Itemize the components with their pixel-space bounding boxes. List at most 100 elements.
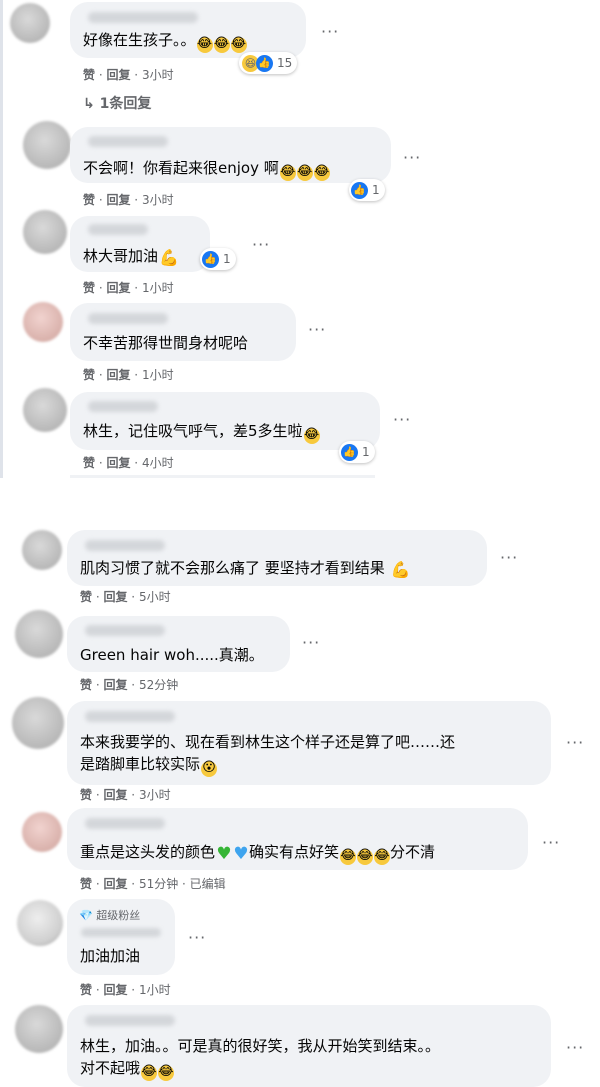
reply-button[interactable]: 回复	[106, 368, 130, 382]
timestamp: 3小时	[138, 788, 171, 802]
smiling-emoji-icon: 😮	[201, 760, 218, 777]
view-replies-link[interactable]: ↳ 1条回复	[83, 93, 151, 113]
avatar[interactable]	[23, 388, 67, 432]
reaction-count[interactable]: 👍 1	[349, 179, 385, 201]
like-button[interactable]: 赞	[80, 590, 92, 604]
laughing-emoji-icon: 😂	[296, 164, 313, 181]
comment-text: 不幸苦那得世間身材呢哈	[83, 334, 249, 352]
like-button[interactable]: 赞	[80, 788, 92, 802]
diamond-badge-icon: 💎	[79, 909, 93, 922]
more-options-icon[interactable]: ···	[500, 548, 518, 567]
avatar[interactable]	[23, 121, 71, 169]
author-name[interactable]	[85, 1015, 175, 1026]
timestamp: 1小时	[141, 281, 174, 295]
like-button[interactable]: 赞	[83, 456, 95, 470]
more-options-icon[interactable]: ···	[566, 1038, 584, 1057]
comment-bubble: 林生，记住吸气呼气，差5多生啦😂	[70, 392, 380, 450]
avatar[interactable]	[15, 1005, 63, 1053]
comment-text: 分不清	[390, 843, 436, 861]
laughing-emoji-icon: 😂	[374, 848, 391, 865]
comment-bubble: 林生，加油。。可是真的很好笑，我从开始笑到结束。。 对不起哦😂 😂	[67, 1005, 551, 1087]
avatar[interactable]	[17, 900, 63, 946]
avatar[interactable]	[23, 210, 67, 254]
like-button[interactable]: 赞	[83, 193, 95, 207]
reply-button[interactable]: 回复	[106, 68, 130, 82]
comment-bubble: 💎 超级粉丝 加油加油	[67, 899, 175, 975]
more-options-icon[interactable]: ···	[393, 410, 411, 429]
reply-button[interactable]: 回复	[103, 590, 127, 604]
like-button[interactable]: 赞	[83, 368, 95, 382]
comment-text: 加油加油	[80, 947, 141, 965]
timestamp: 3小时	[141, 193, 174, 207]
comment-text: 林生，加油。。可是真的很好笑，我从开始笑到结束。。	[80, 1037, 441, 1055]
more-options-icon[interactable]: ···	[403, 148, 421, 167]
author-name[interactable]	[88, 313, 168, 324]
laughing-emoji-icon: 😂	[141, 1064, 158, 1081]
laughing-emoji-icon: 😂	[303, 427, 320, 444]
author-name[interactable]	[85, 711, 175, 722]
comment-text: Green hair woh.....真潮。	[80, 646, 264, 664]
comment-bubble: 不会啊！你看起来很enjoy 啊😂 😂 😂	[70, 127, 391, 183]
author-name[interactable]	[88, 401, 158, 412]
like-button[interactable]: 赞	[80, 983, 92, 997]
comment-text: 确实有点好笑	[249, 843, 340, 861]
comment-text: 林生，记住吸气呼气，差5多生啦	[83, 422, 303, 440]
avatar[interactable]	[23, 302, 63, 342]
comment-bubble: 重点是这头发的颜色♥ ♥确实有点好笑😂 😂 😂分不清	[67, 808, 528, 870]
timestamp: 1小时	[138, 983, 171, 997]
avatar[interactable]	[10, 3, 50, 43]
comment-text: 是踏脚車比较实际	[80, 755, 201, 773]
more-options-icon[interactable]: ···	[252, 235, 270, 254]
like-reaction-icon: 👍	[341, 443, 358, 461]
timestamp: 3小时	[141, 68, 174, 82]
reply-button[interactable]: 回复	[106, 193, 130, 207]
comment-bubble: 肌肉习惯了就不会那么痛了 要坚持才看到结果 💪	[67, 530, 487, 586]
avatar[interactable]	[22, 812, 62, 852]
avatar[interactable]	[12, 697, 64, 749]
green-heart-icon: ♥	[216, 844, 232, 864]
author-name[interactable]	[85, 625, 165, 636]
comment-text: 好像在生孩子。。	[83, 31, 196, 49]
like-button[interactable]: 赞	[80, 877, 92, 891]
author-name[interactable]	[88, 136, 168, 147]
comment-text: 重点是这头发的颜色	[80, 843, 216, 861]
comments-panel-2: 肌肉习惯了就不会那么痛了 要坚持才看到结果 💪 ··· 赞 · 回复 · 5小时…	[0, 515, 600, 1087]
laughing-emoji-icon: 😂	[196, 36, 213, 53]
reaction-count[interactable]: 👍 1	[339, 441, 375, 463]
avatar[interactable]	[22, 530, 62, 570]
more-options-icon[interactable]: ···	[308, 320, 326, 339]
more-options-icon[interactable]: ···	[302, 633, 320, 652]
author-name[interactable]	[88, 224, 148, 235]
laughing-emoji-icon: 😂	[279, 164, 296, 181]
like-button[interactable]: 赞	[83, 281, 95, 295]
reply-button[interactable]: 回复	[106, 456, 130, 470]
comment-bubble: 不幸苦那得世間身材呢哈	[70, 303, 296, 361]
like-reaction-icon: 👍	[202, 250, 219, 268]
more-options-icon[interactable]: ···	[542, 833, 560, 852]
reply-button[interactable]: 回复	[103, 788, 127, 802]
reply-button[interactable]: 回复	[103, 678, 127, 692]
flexed-biceps-icon: 💪	[390, 560, 411, 579]
author-name[interactable]	[81, 928, 161, 937]
comment-text: 肌肉习惯了就不会那么痛了 要坚持才看到结果	[80, 559, 385, 577]
author-name[interactable]	[85, 818, 165, 829]
like-button[interactable]: 赞	[83, 68, 95, 82]
avatar[interactable]	[15, 610, 63, 658]
reply-arrow-icon: ↳	[83, 96, 95, 112]
laughing-emoji-icon: 😂	[213, 36, 230, 53]
blue-heart-icon: ♥	[233, 844, 249, 864]
reply-button[interactable]: 回复	[103, 877, 127, 891]
timestamp: 4小时	[141, 456, 174, 470]
comment-bubble: Green hair woh.....真潮。	[67, 616, 290, 672]
author-name[interactable]	[85, 540, 165, 551]
timestamp: 5小时	[138, 590, 171, 604]
like-button[interactable]: 赞	[80, 678, 92, 692]
more-options-icon[interactable]: ···	[321, 22, 339, 41]
more-options-icon[interactable]: ···	[566, 733, 584, 752]
reaction-count[interactable]: 👍 1	[200, 248, 236, 270]
more-options-icon[interactable]: ···	[188, 928, 206, 947]
reaction-count[interactable]: 😆 👍 15	[239, 52, 298, 74]
reply-button[interactable]: 回复	[103, 983, 127, 997]
author-name[interactable]	[88, 12, 198, 23]
reply-button[interactable]: 回复	[106, 281, 130, 295]
